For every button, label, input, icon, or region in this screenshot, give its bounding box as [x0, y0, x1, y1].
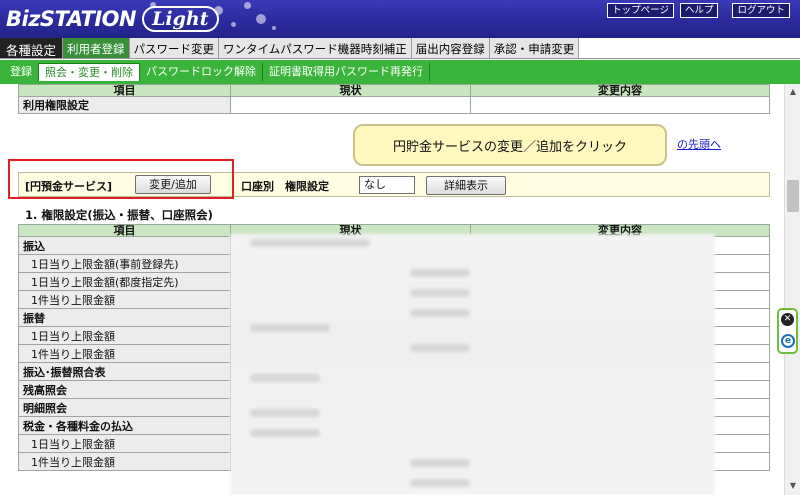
row-item-label: 1件当り上限金額 [18, 344, 231, 363]
blurred-text [250, 324, 330, 332]
blurred-text [410, 344, 470, 352]
blurred-values-area [230, 234, 715, 495]
detail-view-button[interactable]: 詳細表示 [426, 176, 506, 195]
permission-table: 項目 現状 変更内容 利用権限設定 [18, 84, 770, 114]
row-group-label: 税金・各種料金の払込 [18, 416, 231, 435]
limits-col-item: 項目 [18, 224, 231, 237]
logo-main-text: BizSTATION [6, 7, 137, 31]
col-header-current: 現状 [230, 84, 471, 97]
col-header-item: 項目 [18, 84, 231, 97]
callout-text: 円貯金サービスの変更／追加をクリック [392, 139, 627, 155]
tab-password-change[interactable]: パスワード変更 [129, 38, 220, 58]
top-page-link[interactable]: トップページ [607, 3, 674, 18]
account-permission-label: 口座別 権限設定 [241, 180, 329, 193]
scroll-up-icon[interactable]: ▲ [787, 86, 799, 98]
back-to-top-link[interactable]: の先頭へ [677, 136, 721, 152]
highlight-box [8, 159, 234, 199]
blurred-text [410, 269, 470, 277]
scroll-thumb[interactable] [787, 180, 799, 212]
decor-bubble [244, 2, 251, 9]
sub-tab-bar: 登録 照会・変更・削除 パスワードロック解除 証明書取得用パスワード再発行 [0, 60, 800, 84]
tab-otp-time-correction[interactable]: ワンタイムパスワード機器時刻補正 [219, 38, 412, 58]
app-header: BizSTATION Light トップページ ヘルプ ログアウト [0, 0, 800, 38]
main-tab-bar: 各種設定 利用者登録 パスワード変更 ワンタイムパスワード機器時刻補正 届出内容… [0, 38, 800, 59]
blurred-text [250, 429, 320, 437]
blurred-text [410, 309, 470, 317]
tab-notification-registration[interactable]: 届出内容登録 [411, 38, 490, 58]
main-content: 項目 現状 変更内容 利用権限設定 の先頭へ [円預金サービス] 変更/追加 口… [0, 84, 784, 495]
row-item-label: 1件当り上限金額 [18, 452, 231, 471]
tab-approval-change[interactable]: 承認・申請変更 [489, 38, 580, 58]
account-permission-value: なし [359, 176, 415, 194]
header-links: トップページ ヘルプ ログアウト [607, 3, 790, 18]
blurred-text [410, 479, 470, 487]
vertical-scrollbar[interactable]: ▲ ▼ [784, 84, 800, 495]
limits-section-title: 1. 権限設定(振込・振替、口座照会) [25, 208, 213, 222]
row-group-label: 残高照会 [18, 380, 231, 399]
decor-bubble [231, 22, 236, 27]
row-item-label: 1日当り上限金額 [18, 326, 231, 345]
subtab-view-change-delete[interactable]: 照会・変更・削除 [39, 63, 140, 81]
subtab-password-unlock[interactable]: パスワードロック解除 [140, 63, 263, 81]
side-widget: ✕ e [777, 308, 798, 354]
cell-change [470, 96, 770, 114]
logout-link[interactable]: ログアウト [732, 3, 790, 18]
decor-bubble [256, 14, 266, 24]
blurred-text [250, 239, 370, 247]
decor-bubble [272, 26, 276, 30]
tab-user-registration[interactable]: 利用者登録 [63, 38, 130, 58]
row-item-label: 1日当り上限金額 [18, 434, 231, 453]
blurred-text [250, 374, 320, 382]
scroll-down-icon[interactable]: ▼ [787, 480, 799, 492]
col-header-change: 変更内容 [470, 84, 770, 97]
subtab-register[interactable]: 登録 [4, 63, 39, 81]
e-logo-icon[interactable]: e [781, 334, 795, 348]
logo-light-text: Light [142, 6, 219, 32]
row-group-label: 明細照会 [18, 398, 231, 417]
blurred-text [250, 409, 320, 417]
bizstation-logo: BizSTATION Light [6, 4, 219, 34]
row-item-label: 1件当り上限金額 [18, 290, 231, 309]
instruction-callout: 円貯金サービスの変更／追加をクリック [353, 124, 667, 166]
row-label-permission: 利用権限設定 [18, 96, 231, 114]
row-group-label: 振込 [18, 236, 231, 255]
row-item-label: 1日当り上限金額(事前登録先) [18, 254, 231, 273]
help-link[interactable]: ヘルプ [679, 3, 719, 18]
cell-current [230, 96, 471, 114]
tab-various-settings[interactable]: 各種設定 [0, 38, 64, 58]
row-group-label: 振込･振替照合表 [18, 362, 231, 381]
blurred-text [410, 459, 470, 467]
row-group-label: 振替 [18, 308, 231, 327]
close-icon[interactable]: ✕ [781, 313, 794, 326]
row-item-label: 1日当り上限金額(都度指定先) [18, 272, 231, 291]
blurred-text [410, 289, 470, 297]
subtab-cert-password-reissue[interactable]: 証明書取得用パスワード再発行 [263, 63, 430, 81]
